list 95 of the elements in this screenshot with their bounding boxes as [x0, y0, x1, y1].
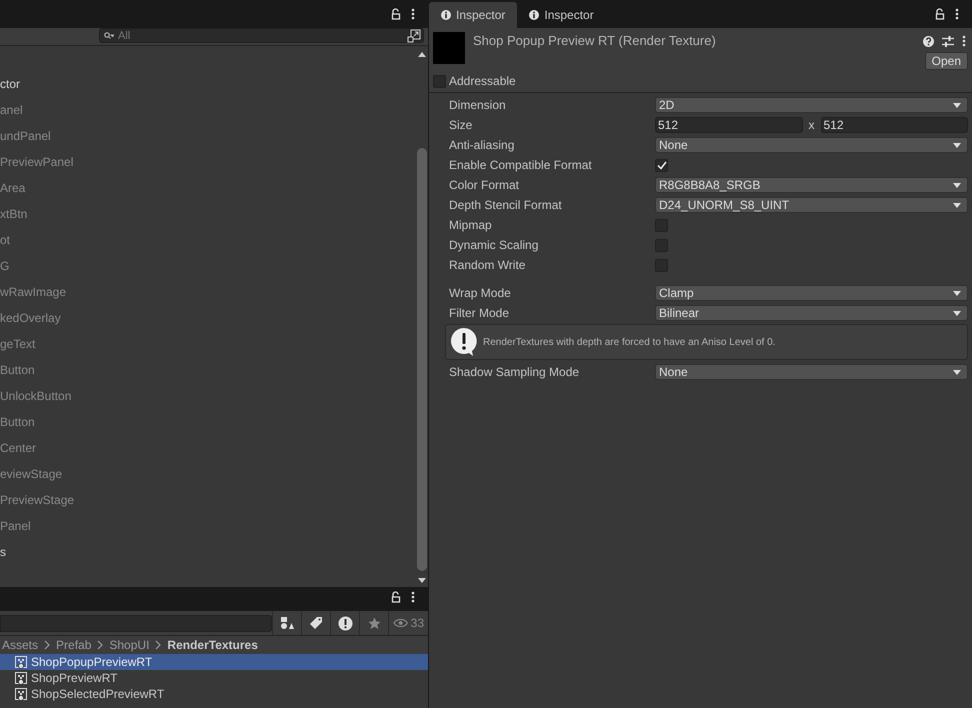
scene-search-icon[interactable] [407, 28, 421, 42]
search-field[interactable]: All [99, 28, 424, 43]
dropdown[interactable]: 2D [655, 97, 968, 113]
info-icon [441, 10, 451, 20]
hierarchy-item[interactable]: UnlockButton [0, 389, 72, 403]
caret-icon [953, 142, 961, 148]
hierarchy-item[interactable]: Button [0, 415, 35, 429]
property-label: Dimension [449, 98, 507, 112]
property-label: Filter Mode [449, 306, 510, 320]
exclamation-icon [338, 616, 353, 630]
eye-icon [393, 618, 409, 628]
chevron-right-icon [97, 640, 104, 650]
size-separator: x [808, 118, 814, 132]
property-label: Random Write [449, 258, 526, 272]
search-field[interactable] [0, 614, 272, 632]
hierarchy-item[interactable]: ctor [0, 77, 20, 91]
asset-item[interactable]: ShopPopupPreviewRT [0, 654, 428, 670]
search-icon[interactable] [104, 32, 114, 40]
property-label: Anti-aliasing [449, 138, 516, 152]
caret-icon [953, 310, 961, 316]
property-label: Size [449, 118, 474, 132]
hierarchy-item[interactable]: undPanel [0, 129, 51, 143]
height-field[interactable]: 512 [820, 117, 968, 133]
hierarchy-item[interactable]: ot [0, 233, 10, 247]
warning-icon [451, 328, 477, 356]
visibility-button[interactable]: 33 [388, 611, 428, 635]
asset-title: Shop Popup Preview RT (Render Texture) [473, 32, 716, 48]
more-options-icon[interactable] [962, 35, 966, 47]
render-texture-icon [15, 656, 28, 668]
property-label: Dynamic Scaling [449, 238, 540, 252]
breadcrumb-item[interactable]: RenderTextures [167, 638, 258, 652]
star-icon [368, 616, 381, 630]
dropdown[interactable]: R8G8B8A8_SRGB [655, 177, 968, 193]
inspector-tab[interactable]: Inspector [429, 2, 518, 28]
hierarchy-item[interactable]: PreviewStage [0, 493, 74, 507]
warning-message: RenderTextures with depth are forced to have an Aniso Level of 0. [483, 336, 776, 348]
hierarchy-item[interactable]: s [0, 545, 6, 559]
dropdown[interactable]: None [655, 364, 968, 380]
more-options-icon[interactable] [411, 8, 415, 20]
property-label: Depth Stencil Format [449, 198, 563, 212]
property-label: Mipmap [449, 218, 493, 232]
hierarchy-item[interactable]: eviewStage [0, 467, 62, 481]
hierarchy-item[interactable]: anel [0, 103, 23, 117]
property-label: Wrap Mode [449, 286, 512, 300]
lock-icon[interactable] [391, 8, 401, 20]
chevron-right-icon [44, 640, 50, 650]
dropdown[interactable]: None [655, 137, 968, 153]
width-field[interactable]: 512 [655, 117, 802, 133]
open-button[interactable]: Open [924, 52, 968, 70]
caret-icon [953, 370, 961, 374]
lock-icon[interactable] [935, 8, 945, 20]
caret-icon [953, 290, 961, 296]
dropdown[interactable]: Clamp [655, 285, 968, 301]
shapes-icon [280, 616, 294, 630]
hierarchy-item[interactable]: Area [0, 181, 26, 195]
dropdown[interactable]: Bilinear [655, 305, 968, 321]
scroll-down-icon[interactable] [418, 578, 426, 583]
inspector-tab[interactable]: Inspector [517, 2, 606, 28]
more-options-icon[interactable] [411, 591, 415, 603]
checkbox-label: Addressable [449, 74, 516, 88]
asset-item[interactable]: ShopSelectedPreviewRT [0, 686, 428, 702]
scrollbar-thumb[interactable] [416, 148, 426, 571]
hierarchy-item[interactable]: kedOverlay [0, 311, 61, 325]
checkbox[interactable] [433, 74, 446, 88]
info-icon [529, 10, 540, 20]
hierarchy-item[interactable]: Center [0, 441, 36, 455]
hierarchy-item[interactable]: Panel [0, 519, 31, 533]
help-icon[interactable] [923, 36, 934, 46]
lock-icon[interactable] [391, 591, 401, 603]
scroll-up-icon[interactable] [418, 52, 426, 57]
hierarchy-item[interactable]: Button [0, 363, 35, 377]
render-texture-icon [15, 672, 28, 684]
property-label: Color Format [449, 178, 520, 192]
breadcrumb-item[interactable]: Prefab [56, 638, 92, 652]
hierarchy-item[interactable]: G [0, 259, 10, 273]
breadcrumb-item[interactable]: ShopUI [109, 638, 150, 652]
caret-icon [953, 202, 961, 208]
tag-icon [309, 616, 324, 630]
hierarchy-item[interactable]: PreviewPanel [0, 155, 74, 169]
property-label: Enable Compatible Format [449, 158, 593, 172]
checkbox[interactable] [655, 158, 668, 172]
hierarchy-item[interactable]: geText [0, 337, 36, 351]
asset-item[interactable]: ShopPreviewRT [0, 670, 428, 686]
more-options-icon[interactable] [955, 8, 959, 20]
hierarchy-item[interactable]: xtBtn [0, 207, 28, 221]
caret-icon [953, 102, 961, 108]
chevron-right-icon [155, 640, 162, 650]
render-texture-icon [15, 688, 28, 700]
caret-icon [953, 182, 961, 188]
settings-sliders-icon[interactable] [942, 36, 954, 46]
property-label: Shadow Sampling Mode [449, 365, 580, 379]
dropdown[interactable]: D24_UNORM_S8_UINT [655, 197, 968, 213]
breadcrumb-item[interactable]: Assets [2, 638, 38, 652]
texture-preview [433, 32, 465, 64]
hierarchy-item[interactable]: wRawImage [0, 285, 66, 299]
